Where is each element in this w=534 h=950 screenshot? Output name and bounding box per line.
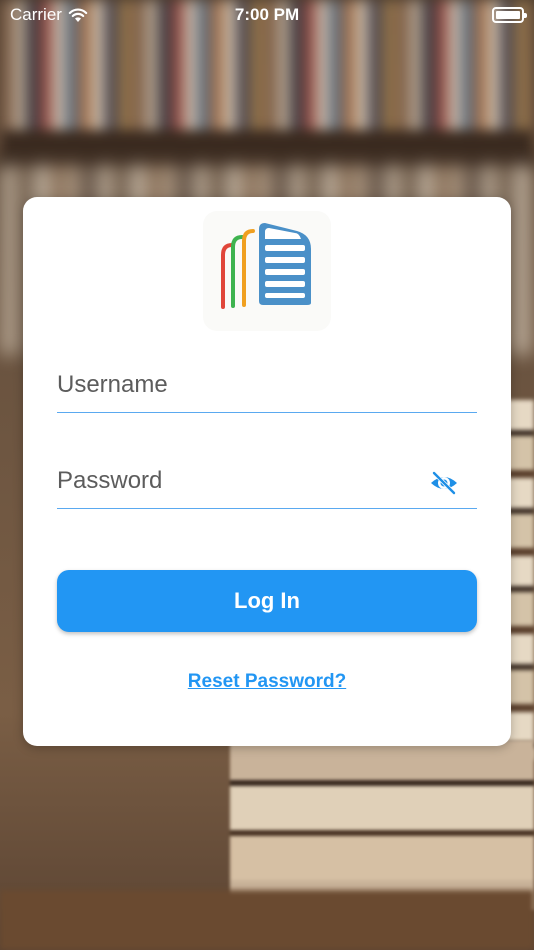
login-card: Log In Reset Password? (23, 197, 511, 746)
username-input[interactable] (57, 365, 417, 405)
books-logo-icon (221, 223, 311, 309)
eye-off-icon[interactable] (429, 469, 459, 497)
status-time: 7:00 PM (234, 5, 300, 24)
username-field[interactable] (57, 353, 477, 413)
password-input[interactable] (57, 461, 417, 501)
password-field[interactable] (57, 449, 477, 509)
battery-icon (492, 7, 527, 23)
app-logo (203, 211, 331, 331)
reset-password-link[interactable]: Reset Password? (23, 671, 511, 693)
status-bar: Carrier 7:00 PM (0, 0, 534, 30)
login-button[interactable]: Log In (57, 570, 477, 632)
